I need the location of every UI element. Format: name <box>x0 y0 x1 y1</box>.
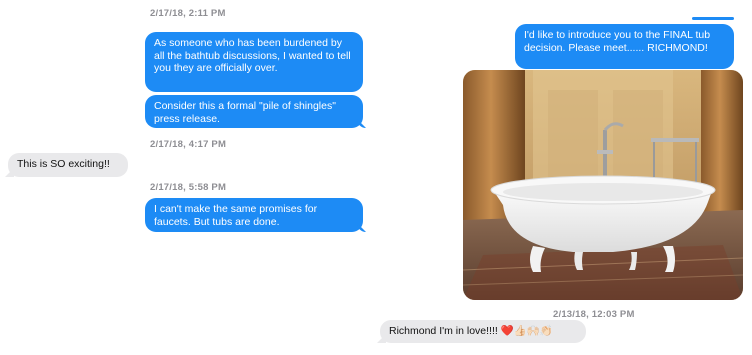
message-fragment <box>692 17 734 20</box>
timestamp: 2/17/18, 2:11 PM <box>150 8 226 19</box>
bathtub-image <box>463 70 743 300</box>
timestamp: 2/17/18, 5:58 PM <box>150 182 227 193</box>
message-bubble-outgoing[interactable]: I'd like to introduce you to the FINAL t… <box>515 24 734 69</box>
bathtub-photo[interactable] <box>463 70 743 300</box>
message-bubble-incoming[interactable]: Richmond I'm in love!!!! ❤️👍🏻🙌🏻👏🏻 <box>380 320 586 343</box>
message-bubble-outgoing[interactable]: As someone who has been burdened by all … <box>145 32 363 92</box>
timestamp: 2/13/18, 12:03 PM <box>553 309 635 320</box>
message-bubble-outgoing[interactable]: Consider this a formal "pile of shingles… <box>145 95 363 128</box>
message-bubble-incoming[interactable]: This is SO exciting!! <box>8 153 128 177</box>
timestamp: 2/17/18, 4:17 PM <box>150 139 227 150</box>
message-bubble-outgoing[interactable]: I can't make the same promises for fauce… <box>145 198 363 232</box>
